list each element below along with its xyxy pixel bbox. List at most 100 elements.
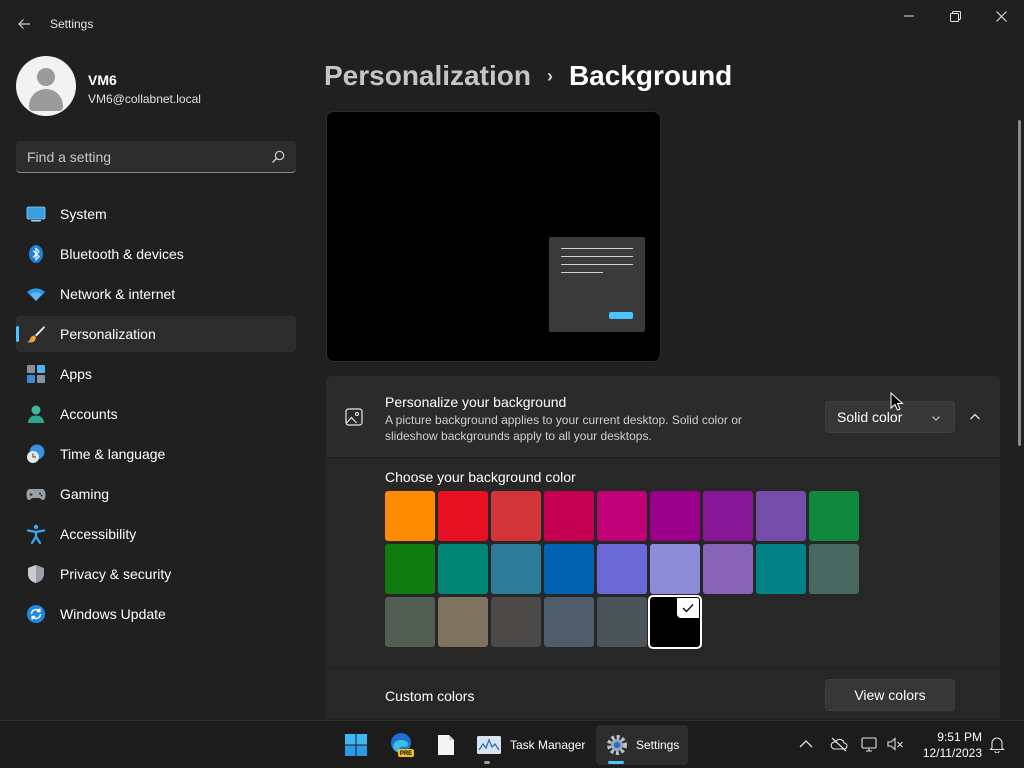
color-swatch[interactable] (650, 491, 700, 541)
sidebar-nav: System Bluetooth & devices Network & int… (16, 196, 296, 636)
active-indicator (608, 761, 624, 764)
color-swatch[interactable] (809, 544, 859, 594)
sidebar-item-system[interactable]: System (16, 196, 296, 232)
volume-muted-icon[interactable] (886, 735, 904, 753)
sidebar-item-windows-update[interactable]: Windows Update (16, 596, 296, 632)
color-swatch[interactable] (438, 491, 488, 541)
back-arrow-icon (18, 19, 30, 29)
color-swatch[interactable] (544, 544, 594, 594)
checkmark-icon (677, 598, 699, 618)
color-swatch[interactable] (756, 491, 806, 541)
color-swatch[interactable] (544, 597, 594, 647)
color-swatch[interactable] (385, 544, 435, 594)
breadcrumb-separator: › (546, 65, 553, 86)
taskbar-file[interactable] (426, 725, 466, 765)
picture-icon (345, 408, 363, 426)
apps-icon (27, 365, 45, 383)
sidebar-item-label: Gaming (60, 486, 110, 502)
taskbar-settings[interactable]: Settings (596, 725, 688, 765)
close-button[interactable] (978, 0, 1024, 32)
back-button[interactable] (8, 8, 40, 40)
color-swatch[interactable] (650, 544, 700, 594)
collapse-button[interactable] (962, 401, 988, 433)
start-button[interactable] (336, 725, 376, 765)
color-swatch[interactable] (703, 544, 753, 594)
sidebar-item-privacy-security[interactable]: Privacy & security (16, 556, 296, 592)
color-chooser-title: Choose your background color (385, 469, 576, 485)
color-swatch[interactable] (809, 491, 859, 541)
sidebar-item-time-language[interactable]: Time & language (16, 436, 296, 472)
minimize-icon (904, 15, 914, 17)
color-swatch[interactable] (597, 491, 647, 541)
color-swatch[interactable] (544, 491, 594, 541)
taskbar-task-manager[interactable]: Task Manager (470, 725, 590, 765)
edge-badge-text: PRE (400, 751, 412, 757)
title-bar: Settings (0, 0, 1024, 48)
sidebar-item-accounts[interactable]: Accounts (16, 396, 296, 432)
taskbar-edge-preview[interactable]: PRE (382, 725, 422, 765)
sidebar-item-gaming[interactable]: Gaming (16, 476, 296, 512)
sidebar-item-network[interactable]: Network & internet (16, 276, 296, 312)
clock-date: 12/11/2023 (922, 746, 982, 760)
onedrive-offline-icon[interactable] (830, 735, 848, 753)
sidebar-item-label: Accessibility (60, 526, 137, 542)
sidebar-item-accessibility[interactable]: Accessibility (16, 516, 296, 552)
task-manager-label: Task Manager (510, 738, 586, 752)
page-title: Background (568, 60, 733, 91)
sidebar-item-bluetooth[interactable]: Bluetooth & devices (16, 236, 296, 272)
windows-update-icon (27, 605, 45, 623)
settings-gear-icon (607, 735, 627, 755)
color-swatch[interactable] (438, 544, 488, 594)
user-name: VM6 (88, 72, 117, 88)
chevron-up-icon (970, 413, 980, 420)
color-swatch[interactable] (648, 595, 702, 649)
sidebar-item-label: Network & internet (60, 286, 176, 302)
scrollbar[interactable] (1018, 120, 1021, 446)
sidebar-item-label: System (60, 206, 107, 222)
sidebar-item-label: Accounts (60, 406, 118, 422)
search-input[interactable] (16, 141, 266, 172)
breadcrumb: Personalization › Background (324, 56, 732, 96)
mouse-cursor-icon (890, 392, 904, 411)
clock-time: 9:51 PM (937, 730, 982, 744)
color-swatch[interactable] (385, 491, 435, 541)
running-indicator (484, 761, 490, 764)
color-swatch[interactable] (703, 491, 753, 541)
accounts-icon (28, 405, 44, 423)
system-icon (26, 206, 46, 222)
color-swatch[interactable] (385, 597, 435, 647)
color-swatch[interactable] (491, 491, 541, 541)
taskbar: PRE Task Manager Settings 9:51 PM 12/11/… (0, 720, 1024, 768)
system-clock[interactable]: 9:51 PM 12/11/2023 (916, 729, 982, 761)
color-swatch[interactable] (597, 597, 647, 647)
notification-bell-icon[interactable] (988, 735, 1006, 753)
search-icon (272, 150, 285, 163)
time-language-icon (27, 444, 45, 463)
color-swatch[interactable] (491, 544, 541, 594)
minimize-button[interactable] (886, 0, 932, 32)
bluetooth-icon (29, 245, 43, 263)
color-swatch[interactable] (438, 597, 488, 647)
edge-pre-icon: PRE (391, 733, 414, 757)
sidebar-item-personalization[interactable]: Personalization (16, 316, 296, 352)
sidebar-item-apps[interactable]: Apps (16, 356, 296, 392)
breadcrumb-parent[interactable]: Personalization (324, 60, 531, 92)
settings-label: Settings (636, 738, 680, 752)
card-description: A picture background applies to your cur… (385, 413, 742, 443)
restore-button[interactable] (932, 0, 978, 32)
close-icon (995, 10, 1007, 22)
sidebar-item-label: Windows Update (60, 606, 166, 622)
color-swatch[interactable] (597, 544, 647, 594)
color-swatch[interactable] (491, 597, 541, 647)
network-icon[interactable] (861, 735, 879, 753)
custom-colors-label: Custom colors (385, 688, 475, 704)
sidebar-item-label: Apps (60, 366, 92, 382)
task-manager-icon (477, 736, 501, 754)
chevron-up-icon[interactable] (797, 735, 815, 753)
color-swatch[interactable] (756, 544, 806, 594)
search-box[interactable] (16, 141, 296, 173)
view-colors-button[interactable]: View colors (825, 679, 955, 711)
file-icon (438, 735, 454, 755)
custom-colors-row: Custom colors View colors (326, 669, 1000, 719)
sidebar-item-label: Privacy & security (60, 566, 172, 582)
